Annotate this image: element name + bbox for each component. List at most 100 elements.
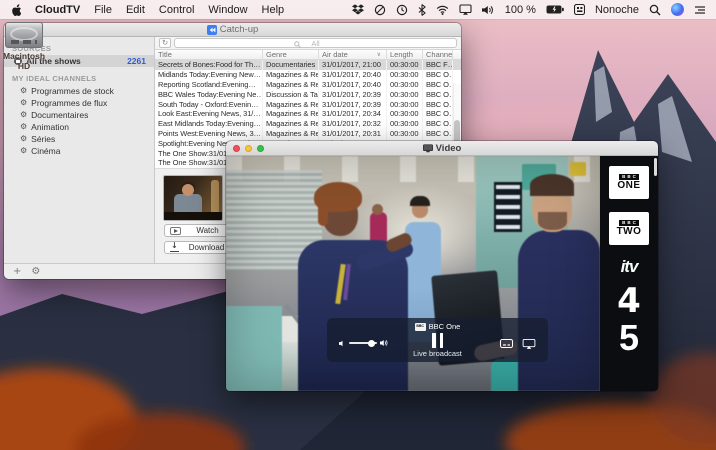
- volume-knob[interactable]: [368, 340, 375, 347]
- table-row[interactable]: South Today - Oxford:Evenin… Magazines &…: [155, 99, 461, 109]
- input-menu-icon[interactable]: [574, 4, 585, 15]
- channel-label: Cinéma: [31, 146, 60, 156]
- gear-icon: ⚙: [20, 123, 27, 131]
- cell-length: 00:30:00: [387, 70, 423, 80]
- apple-menu-icon[interactable]: [10, 3, 21, 16]
- gear-icon: ⚙: [20, 135, 27, 143]
- show-thumbnail: [164, 176, 222, 220]
- catchup-titlebar[interactable]: Catch-up: [4, 23, 461, 37]
- hard-drive-icon: [5, 22, 43, 48]
- refresh-button[interactable]: ↻: [159, 38, 171, 48]
- search-field[interactable]: [174, 38, 457, 48]
- table-row[interactable]: East Midlands Today:Evening… Magazines &…: [155, 119, 461, 129]
- menu-app-name[interactable]: CloudTV: [35, 4, 80, 16]
- desktop-disk-icon[interactable]: Macintosh HD: [0, 22, 48, 71]
- download-icon: [170, 243, 179, 252]
- cell-airdate: 31/01/2017, 20:40: [319, 80, 387, 90]
- menu-bar: CloudTV File Edit Control Window Help: [0, 0, 716, 19]
- menu-item[interactable]: File: [94, 4, 112, 16]
- disk-label: Macintosh HD: [0, 51, 48, 71]
- cell-channel: BBC O…: [423, 70, 453, 80]
- airplay-display-icon[interactable]: [459, 4, 472, 15]
- cell-title: Midlands Today:Evening New…: [155, 70, 263, 80]
- time-machine-icon[interactable]: [396, 4, 408, 16]
- cell-title: Secrets of Bones:Food for Th…: [155, 60, 263, 70]
- playback-overlay: BBC BBC One Live broadcast: [327, 318, 548, 362]
- sidebar-item-channel[interactable]: ⚙ Programmes de stock: [4, 85, 154, 97]
- column-header-genre[interactable]: Genre: [263, 50, 319, 59]
- siri-icon[interactable]: [671, 3, 684, 16]
- cell-genre: Magazines & Revi…: [263, 99, 319, 109]
- username-label[interactable]: Nonoche: [595, 4, 639, 16]
- column-header-airdate[interactable]: Air date∨: [319, 50, 387, 59]
- channel-logo-channel4[interactable]: 4: [617, 286, 641, 316]
- sidebar-item-channel[interactable]: ⚙ Programmes de flux: [4, 97, 154, 109]
- cell-airdate: 31/01/2017, 20:39: [319, 89, 387, 99]
- column-header-title[interactable]: Title: [155, 50, 263, 59]
- cell-airdate: 31/01/2017, 20:34: [319, 109, 387, 119]
- battery-percent-label[interactable]: 100 %: [505, 4, 536, 16]
- menu-item[interactable]: Control: [159, 4, 194, 16]
- menu-item[interactable]: Edit: [126, 4, 145, 16]
- video-window: Video: [226, 141, 658, 391]
- settings-button[interactable]: ⚙: [31, 267, 40, 277]
- table-row[interactable]: Reporting Scotland:Evening… Magazines & …: [155, 80, 461, 90]
- bluetooth-icon[interactable]: [418, 4, 426, 16]
- bbc-one-badge-icon: BBC: [415, 323, 426, 331]
- table-row[interactable]: BBC Wales Today:Evening Ne… Discussion &…: [155, 89, 461, 99]
- sidebar-item-channel[interactable]: ⚙ Animation: [4, 121, 154, 133]
- minimize-button[interactable]: [245, 145, 252, 152]
- zoom-button[interactable]: [257, 145, 264, 152]
- catchup-toolbar: ↻: [155, 37, 461, 50]
- channel-logo-bbc-two[interactable]: BBC TWO: [609, 212, 649, 245]
- spotlight-search-icon[interactable]: [649, 4, 661, 16]
- sort-desc-icon: ∨: [377, 51, 383, 58]
- sidebar-item-channel[interactable]: ⚙ Documentaires: [4, 109, 154, 121]
- status-circle-icon[interactable]: [374, 4, 386, 16]
- cell-length: 00:30:00: [387, 119, 423, 129]
- table-row[interactable]: Secrets of Bones:Food for Th… Documentar…: [155, 60, 461, 70]
- channel-logo-channel5[interactable]: 5: [619, 323, 639, 353]
- cell-airdate: 31/01/2017, 20:40: [319, 70, 387, 80]
- menu-item[interactable]: Help: [262, 4, 285, 16]
- cell-title: BBC Wales Today:Evening Ne…: [155, 89, 263, 99]
- cell-channel: BBC O…: [423, 99, 453, 109]
- battery-icon[interactable]: [546, 5, 564, 14]
- search-icon: [294, 41, 301, 48]
- volume-track[interactable]: [349, 342, 377, 344]
- notification-center-icon[interactable]: [694, 5, 706, 15]
- cell-channel: BBC F…: [423, 60, 453, 70]
- video-player[interactable]: BBC BBC One Live broadcast: [226, 156, 600, 391]
- column-header-length[interactable]: Length: [387, 50, 423, 59]
- cell-channel: BBC O…: [423, 109, 453, 119]
- table-row[interactable]: Look East:Evening News, 31/… Magazines &…: [155, 109, 461, 119]
- channel-logo-itv[interactable]: itv: [621, 259, 638, 275]
- menu-item[interactable]: Window: [208, 4, 247, 16]
- subtitles-icon[interactable]: [500, 339, 513, 349]
- volume-slider[interactable]: [339, 339, 389, 347]
- search-input[interactable]: [231, 39, 400, 47]
- volume-icon[interactable]: [482, 5, 495, 15]
- column-header-channel[interactable]: Channel: [423, 50, 453, 59]
- sidebar-item-channel[interactable]: ⚙ Cinéma: [4, 145, 154, 157]
- pause-button[interactable]: [432, 333, 443, 348]
- gear-icon: ⚙: [20, 87, 27, 95]
- table-row[interactable]: Points West:Evening News, 3… Magazines &…: [155, 129, 461, 139]
- dropbox-icon[interactable]: [352, 4, 364, 15]
- close-button[interactable]: [233, 145, 240, 152]
- cell-channel: BBC O…: [423, 129, 453, 139]
- video-titlebar[interactable]: Video: [226, 141, 658, 156]
- wifi-icon[interactable]: [436, 5, 449, 15]
- channel-logo-bbc-one[interactable]: BBC ONE: [609, 166, 649, 199]
- cell-channel: BBC O…: [423, 80, 453, 90]
- cell-genre: Magazines & Revi…: [263, 119, 319, 129]
- gear-icon: ⚙: [20, 99, 27, 107]
- cell-genre: Magazines & Revi…: [263, 80, 319, 90]
- table-row[interactable]: Midlands Today:Evening New… Magazines & …: [155, 70, 461, 80]
- volume-max-icon: [380, 339, 389, 347]
- airplay-icon[interactable]: [522, 339, 536, 349]
- sidebar-item-channel[interactable]: ⚙ Séries: [4, 133, 154, 145]
- add-source-button[interactable]: +: [13, 267, 21, 277]
- cell-genre: Discussion & Talk: [263, 89, 319, 99]
- video-title-icon: [423, 144, 433, 153]
